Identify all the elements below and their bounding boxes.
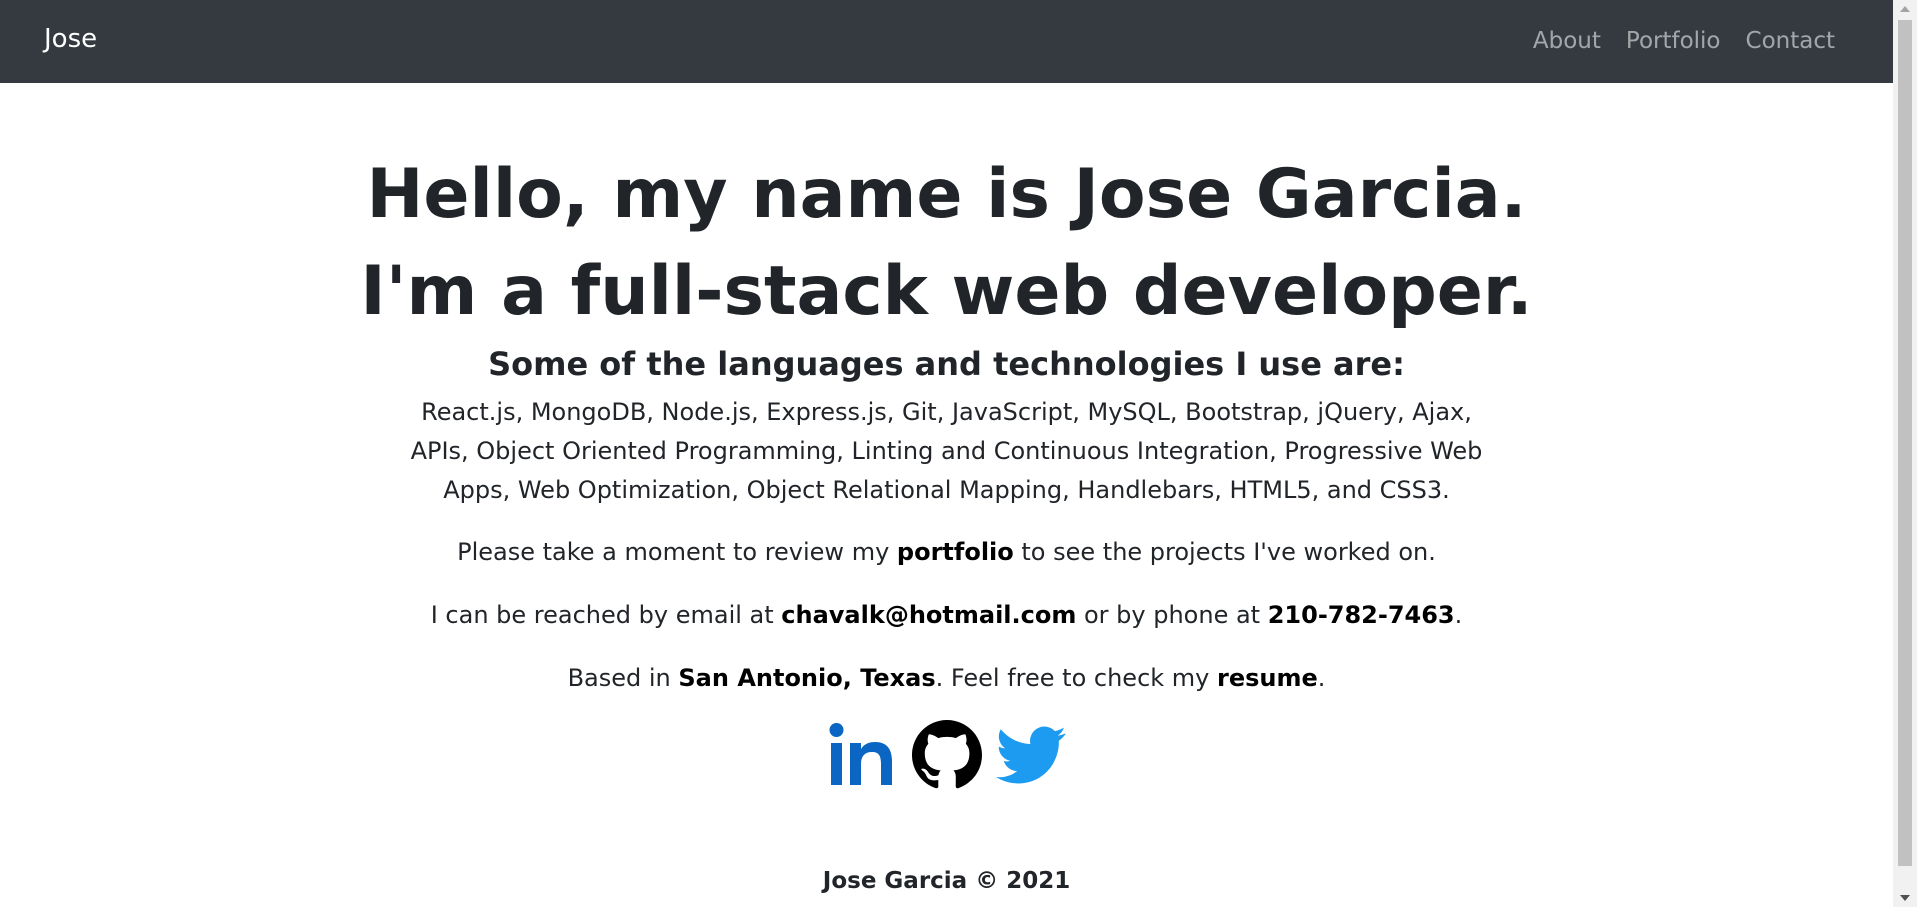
nav-link-contact[interactable]: Contact (1746, 28, 1835, 54)
phone-number: 210-782-7463 (1267, 601, 1455, 629)
contact-text-after: . (1454, 601, 1463, 629)
resume-link[interactable]: resume (1217, 664, 1318, 692)
scroll-down-arrow-icon[interactable] (1900, 895, 1910, 901)
portfolio-text-after: to see the projects I've worked on. (1013, 538, 1436, 566)
location-name: San Antonio, Texas (678, 664, 936, 692)
contact-paragraph: I can be reached by email at chavalk@hot… (0, 596, 1893, 635)
contact-text-middle: or by phone at (1076, 601, 1268, 629)
main-content: Hello, my name is Jose Garcia. I'm a ful… (0, 83, 1893, 790)
social-links (0, 720, 1893, 790)
nav-link-portfolio[interactable]: Portfolio (1626, 28, 1721, 54)
navbar: Jose About Portfolio Contact (0, 0, 1893, 83)
portfolio-paragraph: Please take a moment to review my portfo… (0, 533, 1893, 572)
page: Jose About Portfolio Contact Hello, my n… (0, 0, 1917, 907)
twitter-link[interactable] (995, 720, 1066, 790)
brand-link[interactable]: Jose (44, 24, 97, 54)
location-paragraph: Based in San Antonio, Texas. Feel free t… (0, 659, 1893, 698)
twitter-icon (995, 726, 1066, 784)
footer: Jose Garcia © 2021 (822, 868, 1071, 894)
hero-heading-line2: I'm a full-stack web developer. (360, 252, 1533, 331)
vertical-scrollbar[interactable] (1893, 0, 1917, 907)
contact-text-before: I can be reached by email at (430, 601, 782, 629)
github-link[interactable] (911, 720, 982, 790)
scrollbar-thumb[interactable] (1898, 20, 1912, 866)
github-icon (911, 720, 982, 789)
nav-links: About Portfolio Contact (1533, 28, 1835, 54)
linkedin-link[interactable] (828, 720, 898, 790)
location-text-after: . (1317, 664, 1326, 692)
technologies-list: React.js, MongoDB, Node.js, Express.js, … (410, 398, 1483, 504)
linkedin-icon (829, 723, 892, 785)
nav-link-about[interactable]: About (1533, 28, 1601, 54)
technologies-heading: Some of the languages and technologies I… (488, 345, 1405, 383)
location-text-before: Based in (567, 664, 679, 692)
email-address: chavalk@hotmail.com (781, 601, 1077, 629)
portfolio-link[interactable]: portfolio (897, 538, 1014, 566)
location-text-middle: . Feel free to check my (935, 664, 1217, 692)
scroll-up-arrow-icon[interactable] (1900, 6, 1910, 12)
portfolio-text-before: Please take a moment to review my (457, 538, 897, 566)
hero-heading-line1: Hello, my name is Jose Garcia. (366, 155, 1527, 234)
